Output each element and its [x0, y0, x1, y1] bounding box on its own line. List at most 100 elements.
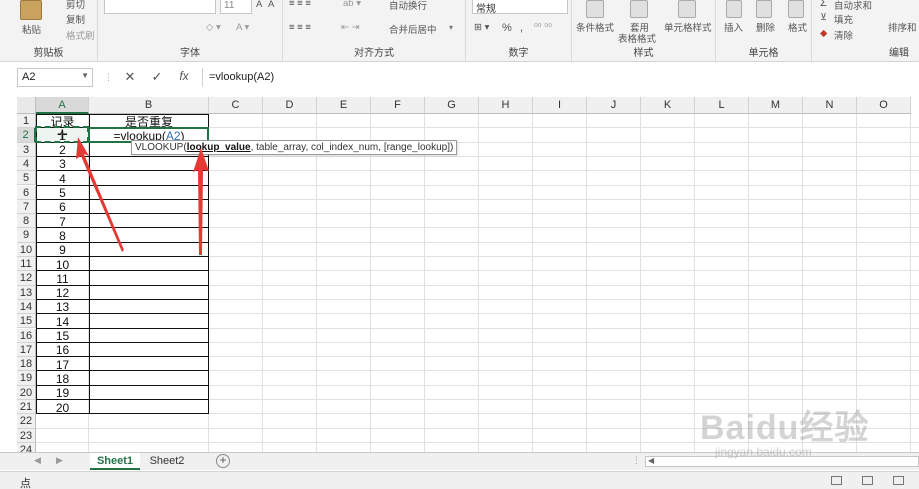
next-sheet-icon[interactable]: ▶: [56, 455, 63, 466]
format-button[interactable]: 格式: [788, 20, 807, 34]
column-header-l[interactable]: L: [695, 97, 749, 114]
font-name-select[interactable]: [104, 0, 216, 14]
cell-styles-button[interactable]: 单元格样式: [664, 20, 712, 34]
fill-button[interactable]: 填充: [834, 12, 853, 26]
grow-font-icon[interactable]: A: [256, 0, 262, 10]
prev-sheet-icon[interactable]: ◀: [34, 455, 41, 466]
function-arguments-tooltip[interactable]: VLOOKUP(lookup_value, table_array, col_i…: [131, 140, 458, 155]
row-header-7[interactable]: 7: [17, 199, 36, 215]
name-box-dropdown-icon[interactable]: ▼: [81, 71, 89, 80]
row-header-11[interactable]: 11: [17, 257, 36, 272]
worksheet-grid[interactable]: A B C D E F G H I J K L M N O 1 2 3 4 5 6 7 8 9 10 11 12 13 14 15 16 17…: [0, 94, 919, 452]
conditional-format-button[interactable]: 条件格式: [576, 20, 614, 34]
clear-button[interactable]: 清除: [834, 28, 853, 42]
copy-button[interactable]: 复制: [66, 12, 85, 26]
column-header-k[interactable]: K: [641, 97, 695, 114]
tab-sheet2[interactable]: Sheet2: [143, 453, 191, 470]
merge-dropdown-icon[interactable]: ▾: [449, 23, 453, 32]
row-header-8[interactable]: 8: [17, 214, 36, 229]
format-as-table-line2[interactable]: 表格格式: [618, 31, 656, 45]
row-header-10[interactable]: 10: [17, 242, 36, 257]
shrink-font-icon[interactable]: A: [268, 0, 274, 10]
column-header-d[interactable]: D: [263, 97, 317, 114]
delete-icon[interactable]: [756, 0, 772, 18]
column-header-o[interactable]: O: [857, 97, 911, 114]
page-layout-icon[interactable]: [862, 476, 873, 485]
format-icon[interactable]: [788, 0, 804, 18]
column-header-b[interactable]: B: [89, 97, 209, 114]
row-header-1[interactable]: 1: [17, 114, 36, 129]
row-header-4[interactable]: 4: [17, 156, 36, 172]
row-header-2[interactable]: 2: [17, 128, 36, 143]
wrap-text-button[interactable]: 自动换行: [389, 0, 427, 12]
autosum-button[interactable]: 自动求和: [834, 0, 872, 12]
currency-icon[interactable]: ⊞ ▾: [474, 22, 489, 33]
row-header-12[interactable]: 12: [17, 271, 36, 286]
row-header-19[interactable]: 19: [17, 371, 36, 386]
decimal-icon[interactable]: ⁰⁰ ⁰⁰: [534, 22, 552, 33]
add-sheet-icon[interactable]: +: [216, 454, 230, 468]
comma-button[interactable]: ,: [520, 22, 523, 34]
font-color-icon[interactable]: A ▾: [236, 22, 249, 33]
format-painter-button[interactable]: 格式刷: [66, 28, 95, 42]
orientation-icon[interactable]: ab ▾: [343, 0, 361, 9]
cut-button[interactable]: 剪切: [66, 0, 85, 11]
row-header-24[interactable]: 24: [17, 442, 36, 452]
row-header-9[interactable]: 9: [17, 228, 36, 243]
row-header-22[interactable]: 22: [17, 414, 36, 429]
row-header-18[interactable]: 18: [17, 357, 36, 372]
column-header-i[interactable]: I: [533, 97, 587, 114]
number-format-select[interactable]: 常规: [472, 0, 568, 15]
row-header-23[interactable]: 23: [17, 428, 36, 443]
clear-icon[interactable]: ◆: [820, 28, 827, 39]
normal-view-icon[interactable]: [831, 476, 842, 485]
row-header-5[interactable]: 5: [17, 171, 36, 186]
row-header-17[interactable]: 17: [17, 342, 36, 358]
select-all-corner[interactable]: [17, 97, 36, 114]
font-size-select[interactable]: 11: [220, 0, 252, 14]
paste-icon[interactable]: [20, 0, 42, 20]
autosum-icon[interactable]: Σ: [820, 0, 827, 9]
row-header-6[interactable]: 6: [17, 185, 36, 200]
column-header-j[interactable]: J: [587, 97, 641, 114]
scroll-left-icon[interactable]: ◀: [648, 456, 654, 465]
column-header-g[interactable]: G: [425, 97, 479, 114]
fill-color-icon[interactable]: ◇ ▾: [206, 22, 221, 33]
cell-styles-icon[interactable]: [678, 0, 696, 18]
page-break-icon[interactable]: [893, 476, 904, 485]
align-left-icon[interactable]: ≡ ≡ ≡: [289, 22, 311, 33]
column-header-c[interactable]: C: [209, 97, 263, 114]
column-header-n[interactable]: N: [803, 97, 857, 114]
sort-button[interactable]: 排序和: [888, 20, 917, 34]
cancel-icon[interactable]: ✕: [120, 69, 140, 85]
column-header-f[interactable]: F: [371, 97, 425, 114]
paste-button[interactable]: 粘贴: [22, 22, 41, 36]
column-header-e[interactable]: E: [317, 97, 371, 114]
name-box[interactable]: A2 ▼: [17, 68, 93, 87]
row-header-15[interactable]: 15: [17, 314, 36, 329]
enter-icon[interactable]: ✓: [147, 69, 167, 85]
row-header-21[interactable]: 21: [17, 400, 36, 415]
fill-icon[interactable]: ⊻: [820, 12, 827, 23]
tooltip-function-name[interactable]: VLOOKUP(: [135, 142, 187, 153]
delete-button[interactable]: 删除: [756, 20, 775, 34]
row-header-20[interactable]: 20: [17, 385, 36, 400]
align-top-icon[interactable]: ≡ ≡ ≡: [289, 0, 311, 9]
row-header-14[interactable]: 14: [17, 299, 36, 315]
row-header-3[interactable]: 3: [17, 142, 36, 157]
tab-sheet1[interactable]: Sheet1: [90, 453, 140, 470]
row-header-16[interactable]: 16: [17, 328, 36, 343]
percent-button[interactable]: %: [502, 22, 512, 34]
format-as-table-icon[interactable]: [630, 0, 648, 18]
indent-icon[interactable]: ⇤ ⇥: [341, 22, 360, 33]
column-header-m[interactable]: M: [749, 97, 803, 114]
formula-input[interactable]: =vlookup(A2): [202, 68, 919, 87]
insert-icon[interactable]: [726, 0, 742, 18]
insert-function-button[interactable]: fx: [174, 69, 194, 83]
column-header-h[interactable]: H: [479, 97, 533, 114]
column-header-a[interactable]: A: [36, 97, 89, 114]
merge-center-button[interactable]: 合并后居中: [389, 22, 437, 36]
insert-button[interactable]: 插入: [724, 20, 743, 34]
conditional-format-icon[interactable]: [586, 0, 604, 18]
row-header-13[interactable]: 13: [17, 285, 36, 300]
